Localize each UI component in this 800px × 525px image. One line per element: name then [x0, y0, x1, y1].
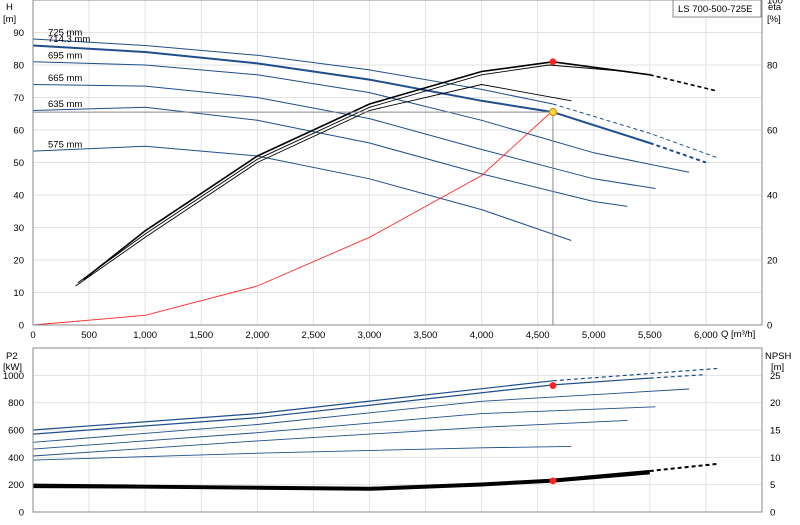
pump-performance-chart: 0 500 1,000 1,500 2,000 2,500 3,000 3,500 4,000 4… — [0, 0, 800, 520]
impeller-diameter-label: 695 mm — [48, 50, 82, 61]
npsh-axis-unit: [m] — [771, 362, 784, 373]
x-tick-label: 4,000 — [470, 330, 494, 341]
npsh-tick-label: 0 — [770, 508, 775, 519]
power-chart-curves — [32, 367, 718, 491]
head-axis-label: H — [6, 2, 13, 13]
duty-point-efficiency — [549, 58, 557, 66]
model-title-box: LS 700-500-725E — [672, 0, 762, 18]
head-curve — [32, 38, 554, 105]
head-tick-label: 20 — [13, 256, 24, 267]
power-chart-grid: 020040060080010000510152025 — [3, 348, 781, 519]
npsh-curve — [32, 469, 650, 490]
power-curve — [32, 419, 628, 457]
head-tick-label: 40 — [13, 191, 24, 202]
duty-point-npsh — [549, 477, 557, 485]
eta-tick-label: 40 — [767, 191, 778, 202]
npsh-curve-extension — [649, 462, 718, 472]
x-tick-label: 2,500 — [301, 330, 325, 341]
head-curve — [32, 44, 651, 144]
flow-axis-label: Q [m³/h] — [721, 329, 755, 340]
npsh-tick-label: 5 — [770, 480, 775, 491]
power-tick-label: 600 — [8, 426, 24, 437]
power-tick-label: 800 — [8, 398, 24, 409]
x-tick-label: 2,000 — [245, 330, 269, 341]
x-tick-label: 4,500 — [526, 330, 550, 341]
npsh-curve — [32, 471, 650, 490]
efficiency-curve-extension — [649, 74, 718, 92]
power-tick-label: 0 — [19, 508, 24, 519]
x-tick-label: 5,000 — [582, 330, 606, 341]
x-tick-label: 5,500 — [638, 330, 662, 341]
npsh-tick-label: 10 — [770, 453, 781, 464]
x-tick-label: 0 — [30, 330, 35, 341]
x-tick-label: 3,000 — [358, 330, 382, 341]
head-curve-extension — [552, 103, 718, 159]
eta-tick-label: 80 — [767, 61, 778, 72]
impeller-diameter-label: 575 mm — [48, 140, 82, 151]
chart-canvas: 0 500 1,000 1,500 2,000 2,500 3,000 3,500 4,000 4… — [3, 0, 792, 519]
power-axis-unit: [kW] — [3, 362, 22, 373]
head-tick-label: 60 — [13, 126, 24, 137]
head-tick-label: 80 — [13, 61, 24, 72]
x-tick-label: 1,500 — [189, 330, 213, 341]
duty-point-power — [549, 382, 557, 389]
head-curve — [32, 145, 572, 241]
chart-title: LS 700-500-725E — [678, 4, 752, 15]
npsh-tick-label: 20 — [770, 398, 781, 409]
impeller-diameter-label: 714.3 mm — [48, 34, 90, 45]
x-tick-label: 3,500 — [414, 330, 438, 341]
head-tick-label: 70 — [13, 93, 24, 104]
eta-tick-label: 20 — [767, 256, 778, 267]
head-chart-curves: 725 mm714.3 mm695 mm665 mm635 mm575 mm — [32, 28, 718, 326]
head-curve-extension — [649, 142, 707, 164]
head-tick-label: 10 — [13, 288, 24, 299]
power-curve — [32, 406, 656, 450]
head-tick-label: 30 — [13, 223, 24, 234]
eta-axis-unit: [%] — [767, 14, 781, 25]
power-axis-label: P2 — [6, 351, 18, 362]
x-tick-label: 6,000 — [694, 330, 718, 341]
power-tick-label: 400 — [8, 453, 24, 464]
eta-tick-label: 60 — [767, 126, 778, 137]
npsh-axis-label: NPSH — [765, 351, 792, 362]
power-curve — [32, 445, 572, 461]
eta-axis-label: eta — [768, 2, 782, 13]
efficiency-curve — [75, 84, 572, 287]
npsh-tick-label: 15 — [770, 426, 781, 437]
x-tick-label: 1,000 — [133, 330, 157, 341]
head-tick-label: 0 — [19, 321, 24, 332]
head-curve — [32, 84, 656, 189]
head-tick-label: 50 — [13, 158, 24, 169]
eta-tick-label: 0 — [767, 321, 772, 332]
duty-point-head — [548, 108, 558, 117]
impeller-diameter-label: 665 mm — [48, 73, 82, 84]
impeller-diameter-label: 635 mm — [48, 99, 82, 110]
head-tick-label: 90 — [13, 28, 24, 39]
power-curve — [32, 380, 553, 431]
x-tick-label: 500 — [81, 330, 97, 341]
efficiency-curve — [83, 60, 650, 281]
power-tick-label: 200 — [8, 480, 24, 491]
head-axis-unit: [m] — [3, 14, 16, 25]
